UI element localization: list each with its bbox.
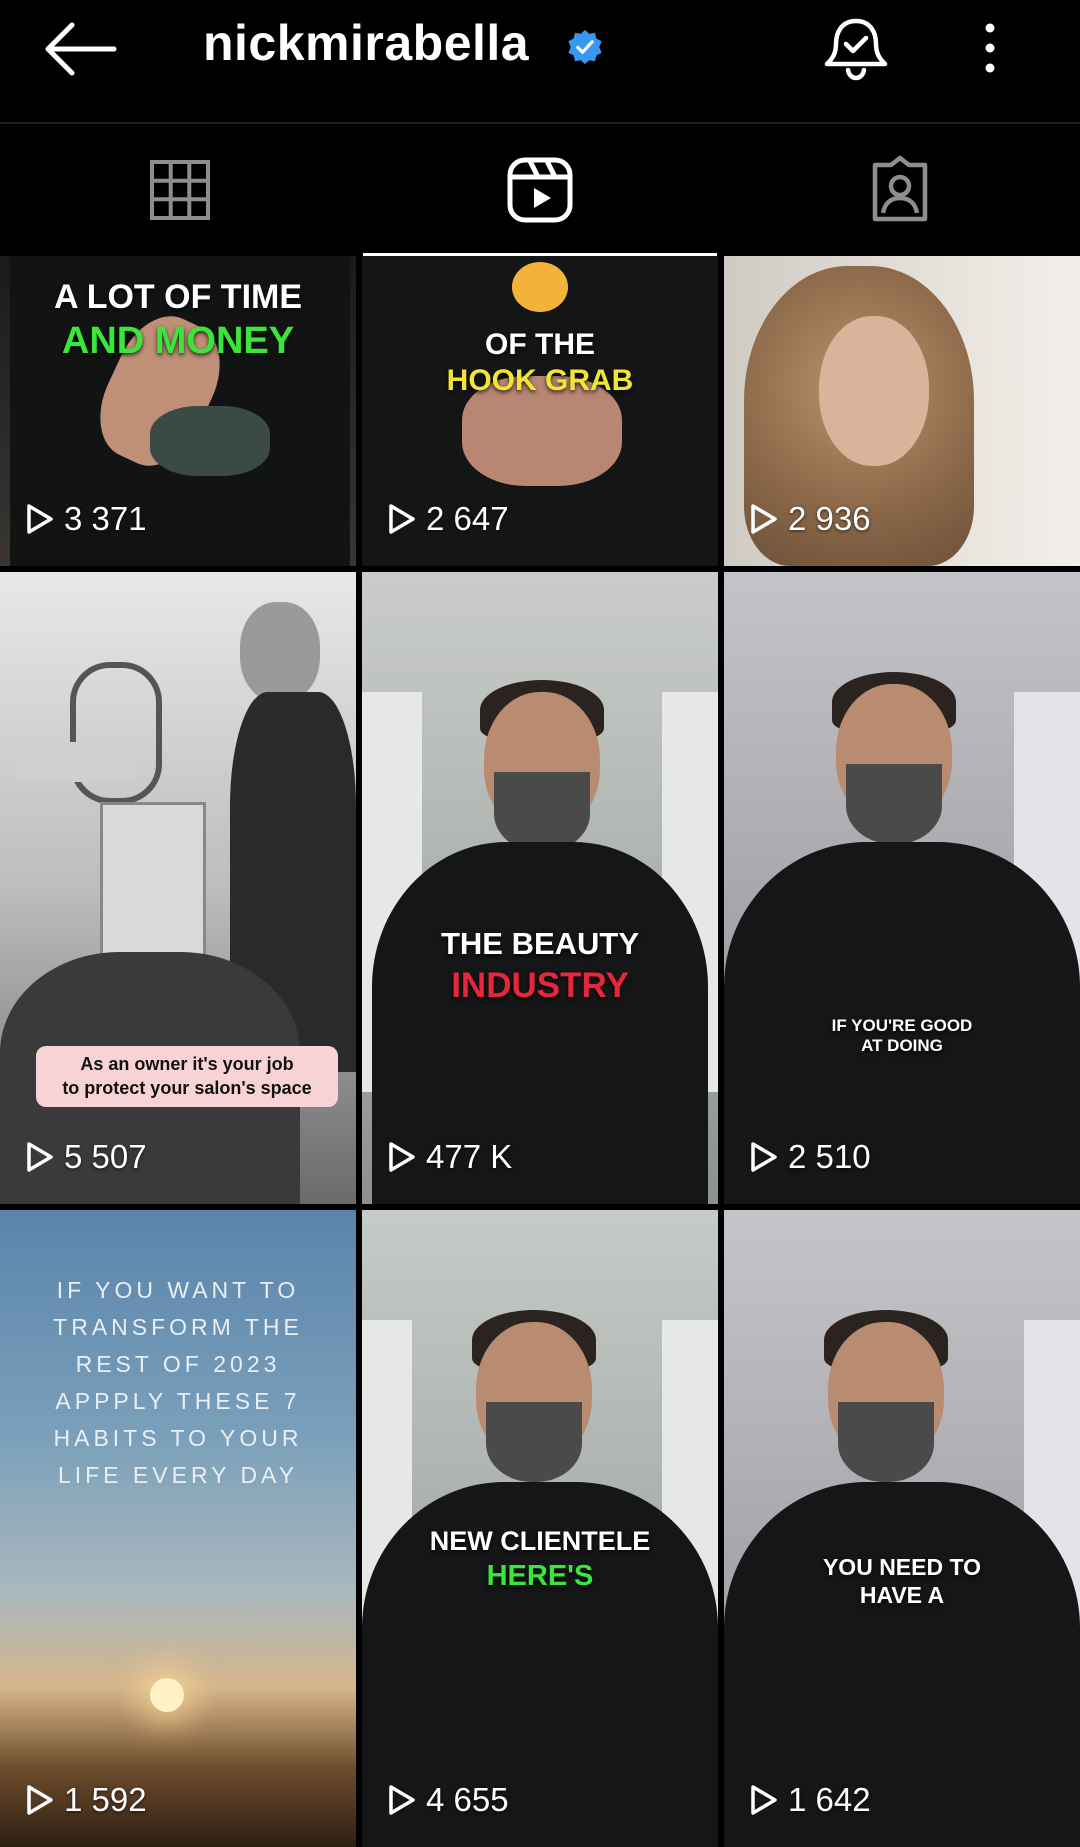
play-icon [389, 504, 415, 534]
tab-tagged[interactable] [720, 124, 1080, 256]
reels-icon [507, 157, 573, 223]
sun-icon [150, 1678, 184, 1712]
tab-posts[interactable] [0, 124, 360, 256]
reel-overlay-line: A LOT OF TIME [53, 278, 303, 316]
view-count-text: 1 592 [64, 1781, 147, 1818]
reel-thumbnail[interactable]: OF THE HOOK GRAB 2 647 [362, 256, 718, 566]
view-count-text: 4 655 [426, 1781, 509, 1818]
play-icon [751, 504, 777, 534]
view-count: 2 936 [748, 500, 871, 538]
reel-thumbnail[interactable]: A LOT OF TIME AND MONEY 3 371 [0, 256, 356, 566]
reel-overlay-line: AND MONEY [61, 320, 295, 362]
reel-overlay-line: YOU NEED TO [822, 1554, 982, 1580]
reel-overlay-line: NEW CLIENTELE [429, 1526, 651, 1556]
view-count: 2 510 [748, 1138, 871, 1176]
reel-thumbnail[interactable]: As an owner it's your job to protect you… [0, 572, 356, 1204]
grid-icon [150, 160, 210, 220]
reel-thumbnail[interactable]: IF YOU WANT TO TRANSFORM THE REST OF 202… [0, 1210, 356, 1847]
view-count-text: 5 507 [64, 1138, 147, 1175]
play-icon [27, 1142, 53, 1172]
reel-thumbnail[interactable]: YOU NEED TO HAVE A 1 642 [724, 1210, 1080, 1847]
view-count-text: 1 642 [788, 1781, 871, 1818]
view-count: 1 592 [24, 1781, 147, 1819]
reel-caption-sticker: As an owner it's your job to protect you… [36, 1046, 338, 1107]
reel-thumbnail[interactable]: 2 936 [724, 256, 1080, 566]
play-icon [751, 1785, 777, 1815]
play-icon [389, 1142, 415, 1172]
play-icon [389, 1785, 415, 1815]
profile-header: nickmirabella [0, 0, 1080, 122]
reel-overlay-line: HOOK GRAB [446, 364, 634, 397]
reels-grid: A LOT OF TIME AND MONEY 3 371 OF THE HOO… [0, 256, 1080, 1847]
play-icon [27, 504, 53, 534]
caption-line: to protect your salon's space [62, 1078, 312, 1099]
quote-line: TRANSFORM THE [53, 1314, 303, 1340]
profile-username: nickmirabella [203, 15, 530, 71]
reel-thumbnail[interactable]: IF YOU'RE GOOD AT DOING 2 510 [724, 572, 1080, 1204]
reel-overlay-line: AT DOING [861, 1036, 943, 1055]
quote-line: LIFE EVERY DAY [57, 1462, 299, 1488]
tab-reels[interactable] [360, 124, 720, 256]
view-count-text: 2 936 [788, 500, 871, 537]
view-count-text: 2 510 [788, 1138, 871, 1175]
view-count: 2 647 [386, 500, 509, 538]
reel-quote-text: IF YOU WANT TO TRANSFORM THE REST OF 202… [20, 1272, 336, 1494]
reel-thumbnail[interactable]: NEW CLIENTELE HERE'S 4 655 [362, 1210, 718, 1847]
play-icon [27, 1785, 53, 1815]
view-count-text: 3 371 [64, 500, 147, 537]
reel-overlay-line: OF THE [485, 328, 595, 361]
reel-overlay-line: INDUSTRY [451, 966, 629, 1005]
verified-badge-icon [568, 29, 602, 65]
reel-overlay-line: IF YOU'RE GOOD [831, 1016, 973, 1035]
back-arrow-icon[interactable] [40, 18, 120, 80]
reel-thumbnail[interactable]: THE BEAUTY INDUSTRY 477 K [362, 572, 718, 1204]
caption-line: As an owner it's your job [80, 1054, 294, 1074]
notifications-bell-icon[interactable] [820, 16, 892, 82]
tagged-person-icon [872, 155, 928, 222]
reel-overlay-line: HAVE A [859, 1582, 945, 1608]
view-count: 5 507 [24, 1138, 147, 1176]
view-count-text: 2 647 [426, 500, 509, 537]
more-options-icon[interactable] [970, 18, 1010, 78]
quote-line: APPPLY THESE 7 [55, 1388, 301, 1414]
quote-line: REST OF 2023 [75, 1351, 281, 1377]
quote-line: IF YOU WANT TO [56, 1277, 300, 1303]
reel-overlay-line: HERE'S [486, 1560, 594, 1592]
play-icon [751, 1142, 777, 1172]
view-count: 1 642 [748, 1781, 871, 1819]
star-eyes-emoji-icon [512, 262, 568, 312]
reel-overlay-line: THE BEAUTY [440, 926, 640, 961]
view-count: 477 K [386, 1138, 512, 1176]
profile-tabs [0, 124, 1080, 256]
view-count: 3 371 [24, 500, 147, 538]
view-count-text: 477 K [426, 1138, 513, 1175]
view-count: 4 655 [386, 1781, 509, 1819]
quote-line: HABITS TO YOUR [53, 1425, 303, 1451]
